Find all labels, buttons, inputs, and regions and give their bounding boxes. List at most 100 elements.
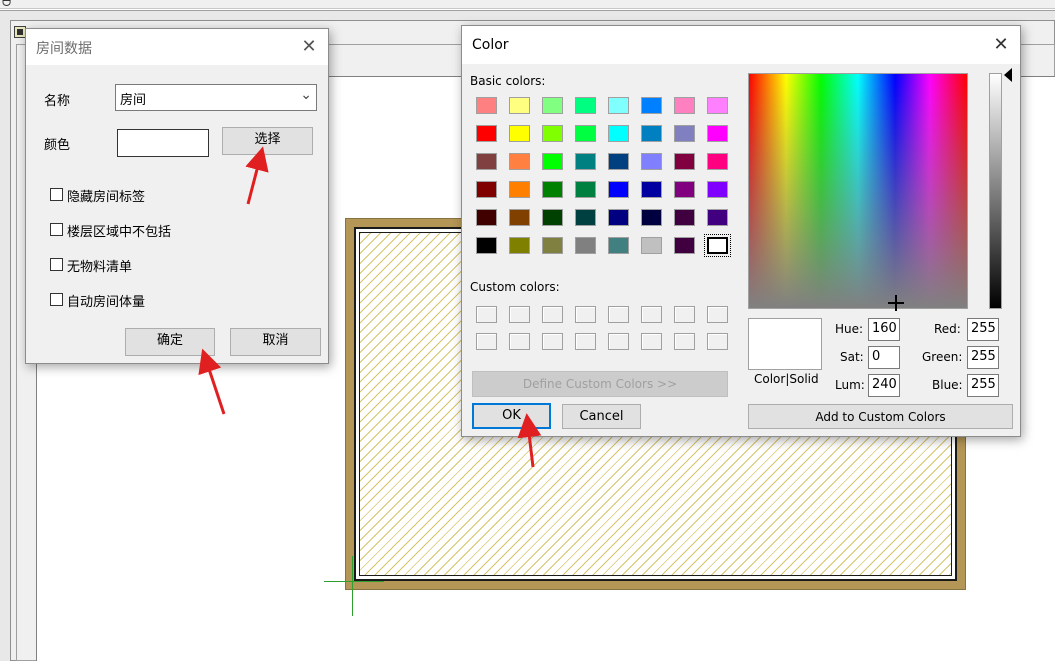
room-dialog-titlebar[interactable]: 房间数据 ✕ — [26, 29, 328, 65]
ok-button[interactable]: 确定 — [125, 328, 215, 356]
basic-color-swatch[interactable] — [542, 181, 563, 198]
luminance-slider[interactable] — [989, 73, 1002, 309]
basic-color-swatch[interactable] — [674, 237, 695, 254]
basic-color-swatch[interactable] — [674, 125, 695, 142]
basic-color-swatch[interactable] — [509, 97, 530, 114]
basic-color-swatch[interactable] — [476, 181, 497, 198]
basic-color-swatch[interactable] — [476, 209, 497, 226]
select-color-button[interactable]: 选择 — [222, 127, 313, 155]
basic-color-swatch[interactable] — [641, 153, 662, 170]
color-spectrum[interactable] — [748, 73, 968, 309]
basic-color-swatch[interactable] — [575, 153, 596, 170]
color-label: 颜色 — [44, 138, 71, 153]
red-field[interactable]: 255 — [967, 318, 999, 341]
custom-color-swatch[interactable] — [608, 333, 629, 350]
custom-color-swatch[interactable] — [707, 333, 728, 350]
basic-color-swatch[interactable] — [608, 97, 629, 114]
basic-color-swatch[interactable] — [476, 125, 497, 142]
add-to-custom-colors-button[interactable]: Add to Custom Colors — [748, 404, 1013, 429]
custom-colors-label: Custom colors: — [470, 280, 560, 294]
basic-color-swatch[interactable] — [674, 97, 695, 114]
close-icon[interactable]: ✕ — [988, 32, 1014, 58]
no-bom-checkbox[interactable] — [50, 258, 63, 271]
basic-color-swatch[interactable] — [509, 209, 530, 226]
basic-color-swatch[interactable] — [608, 125, 629, 142]
basic-color-swatch[interactable] — [476, 97, 497, 114]
basic-color-swatch[interactable] — [608, 153, 629, 170]
basic-color-swatch[interactable] — [575, 209, 596, 226]
basic-color-swatch[interactable] — [641, 125, 662, 142]
basic-color-swatch[interactable] — [707, 209, 728, 226]
custom-color-swatch[interactable] — [476, 333, 497, 350]
basic-colors-label: Basic colors: — [470, 74, 546, 88]
exclude-floor-area-checkbox[interactable] — [50, 223, 63, 236]
custom-color-swatch[interactable] — [476, 306, 497, 323]
custom-color-swatch[interactable] — [542, 333, 563, 350]
custom-color-swatch[interactable] — [542, 306, 563, 323]
basic-color-swatch[interactable] — [608, 181, 629, 198]
custom-color-swatch[interactable] — [509, 306, 530, 323]
app-title-bar: ᗨ — [0, 0, 1055, 9]
no-bom-text: 无物料清单 — [67, 260, 133, 275]
basic-color-swatch[interactable] — [509, 237, 530, 254]
custom-color-swatch[interactable] — [608, 306, 629, 323]
name-select[interactable]: 房间 ⌄ — [115, 84, 317, 111]
basic-color-swatch[interactable] — [575, 125, 596, 142]
basic-color-swatch[interactable] — [707, 125, 728, 142]
basic-color-swatch[interactable] — [608, 209, 629, 226]
ok-button[interactable]: OK — [472, 403, 551, 429]
basic-color-swatch[interactable] — [641, 97, 662, 114]
color-dialog-titlebar[interactable]: Color ✕ — [462, 26, 1020, 64]
auto-room-volume-checkbox[interactable] — [50, 293, 63, 306]
auto-room-volume-text: 自动房间体量 — [67, 295, 146, 310]
blue-field[interactable]: 255 — [967, 374, 999, 397]
basic-color-swatch[interactable] — [509, 181, 530, 198]
basic-color-swatch[interactable] — [674, 209, 695, 226]
basic-color-swatch[interactable] — [542, 97, 563, 114]
basic-color-swatch[interactable] — [704, 234, 731, 257]
basic-color-swatch[interactable] — [641, 209, 662, 226]
custom-color-swatch[interactable] — [674, 306, 695, 323]
chevron-down-icon: ⌄ — [300, 87, 312, 103]
basic-color-swatch[interactable] — [542, 209, 563, 226]
custom-color-swatch[interactable] — [641, 306, 662, 323]
green-field[interactable]: 255 — [967, 346, 999, 369]
custom-color-swatch[interactable] — [674, 333, 695, 350]
luminance-arrow-icon[interactable] — [1004, 68, 1012, 82]
basic-color-swatch[interactable] — [575, 181, 596, 198]
custom-color-swatch[interactable] — [575, 306, 596, 323]
sat-field[interactable]: 0 — [868, 346, 900, 369]
cancel-button[interactable]: Cancel — [562, 404, 641, 429]
custom-color-swatch[interactable] — [707, 306, 728, 323]
basic-color-swatch[interactable] — [575, 237, 596, 254]
hue-field[interactable]: 160 — [868, 318, 900, 341]
custom-color-swatch[interactable] — [575, 333, 596, 350]
cancel-button[interactable]: 取消 — [230, 328, 321, 356]
basic-color-swatch[interactable] — [509, 153, 530, 170]
basic-color-swatch[interactable] — [476, 237, 497, 254]
basic-color-swatch[interactable] — [542, 237, 563, 254]
basic-color-swatch[interactable] — [674, 153, 695, 170]
green-label: Green: — [922, 350, 963, 364]
basic-color-swatch[interactable] — [674, 181, 695, 198]
basic-color-swatch[interactable] — [641, 237, 662, 254]
basic-color-swatch[interactable] — [542, 125, 563, 142]
crosshair-icon[interactable] — [888, 295, 904, 311]
basic-color-swatch[interactable] — [641, 181, 662, 198]
custom-color-swatch[interactable] — [509, 333, 530, 350]
basic-color-swatch[interactable] — [608, 237, 629, 254]
basic-color-swatch[interactable] — [707, 153, 728, 170]
name-value: 房间 — [120, 93, 147, 108]
origin-axis-y — [352, 556, 353, 616]
basic-color-swatch[interactable] — [542, 153, 563, 170]
room-data-dialog: 房间数据 ✕ 名称 房间 ⌄ 颜色 选择 隐藏房间标签 楼层区域中不包括 无物料… — [25, 28, 329, 364]
lum-field[interactable]: 240 — [868, 374, 900, 397]
basic-color-swatch[interactable] — [476, 153, 497, 170]
basic-color-swatch[interactable] — [575, 97, 596, 114]
basic-color-swatch[interactable] — [707, 97, 728, 114]
basic-color-swatch[interactable] — [707, 181, 728, 198]
custom-color-swatch[interactable] — [641, 333, 662, 350]
hide-room-label-checkbox[interactable] — [50, 188, 63, 201]
close-icon[interactable]: ✕ — [296, 34, 322, 60]
basic-color-swatch[interactable] — [509, 125, 530, 142]
